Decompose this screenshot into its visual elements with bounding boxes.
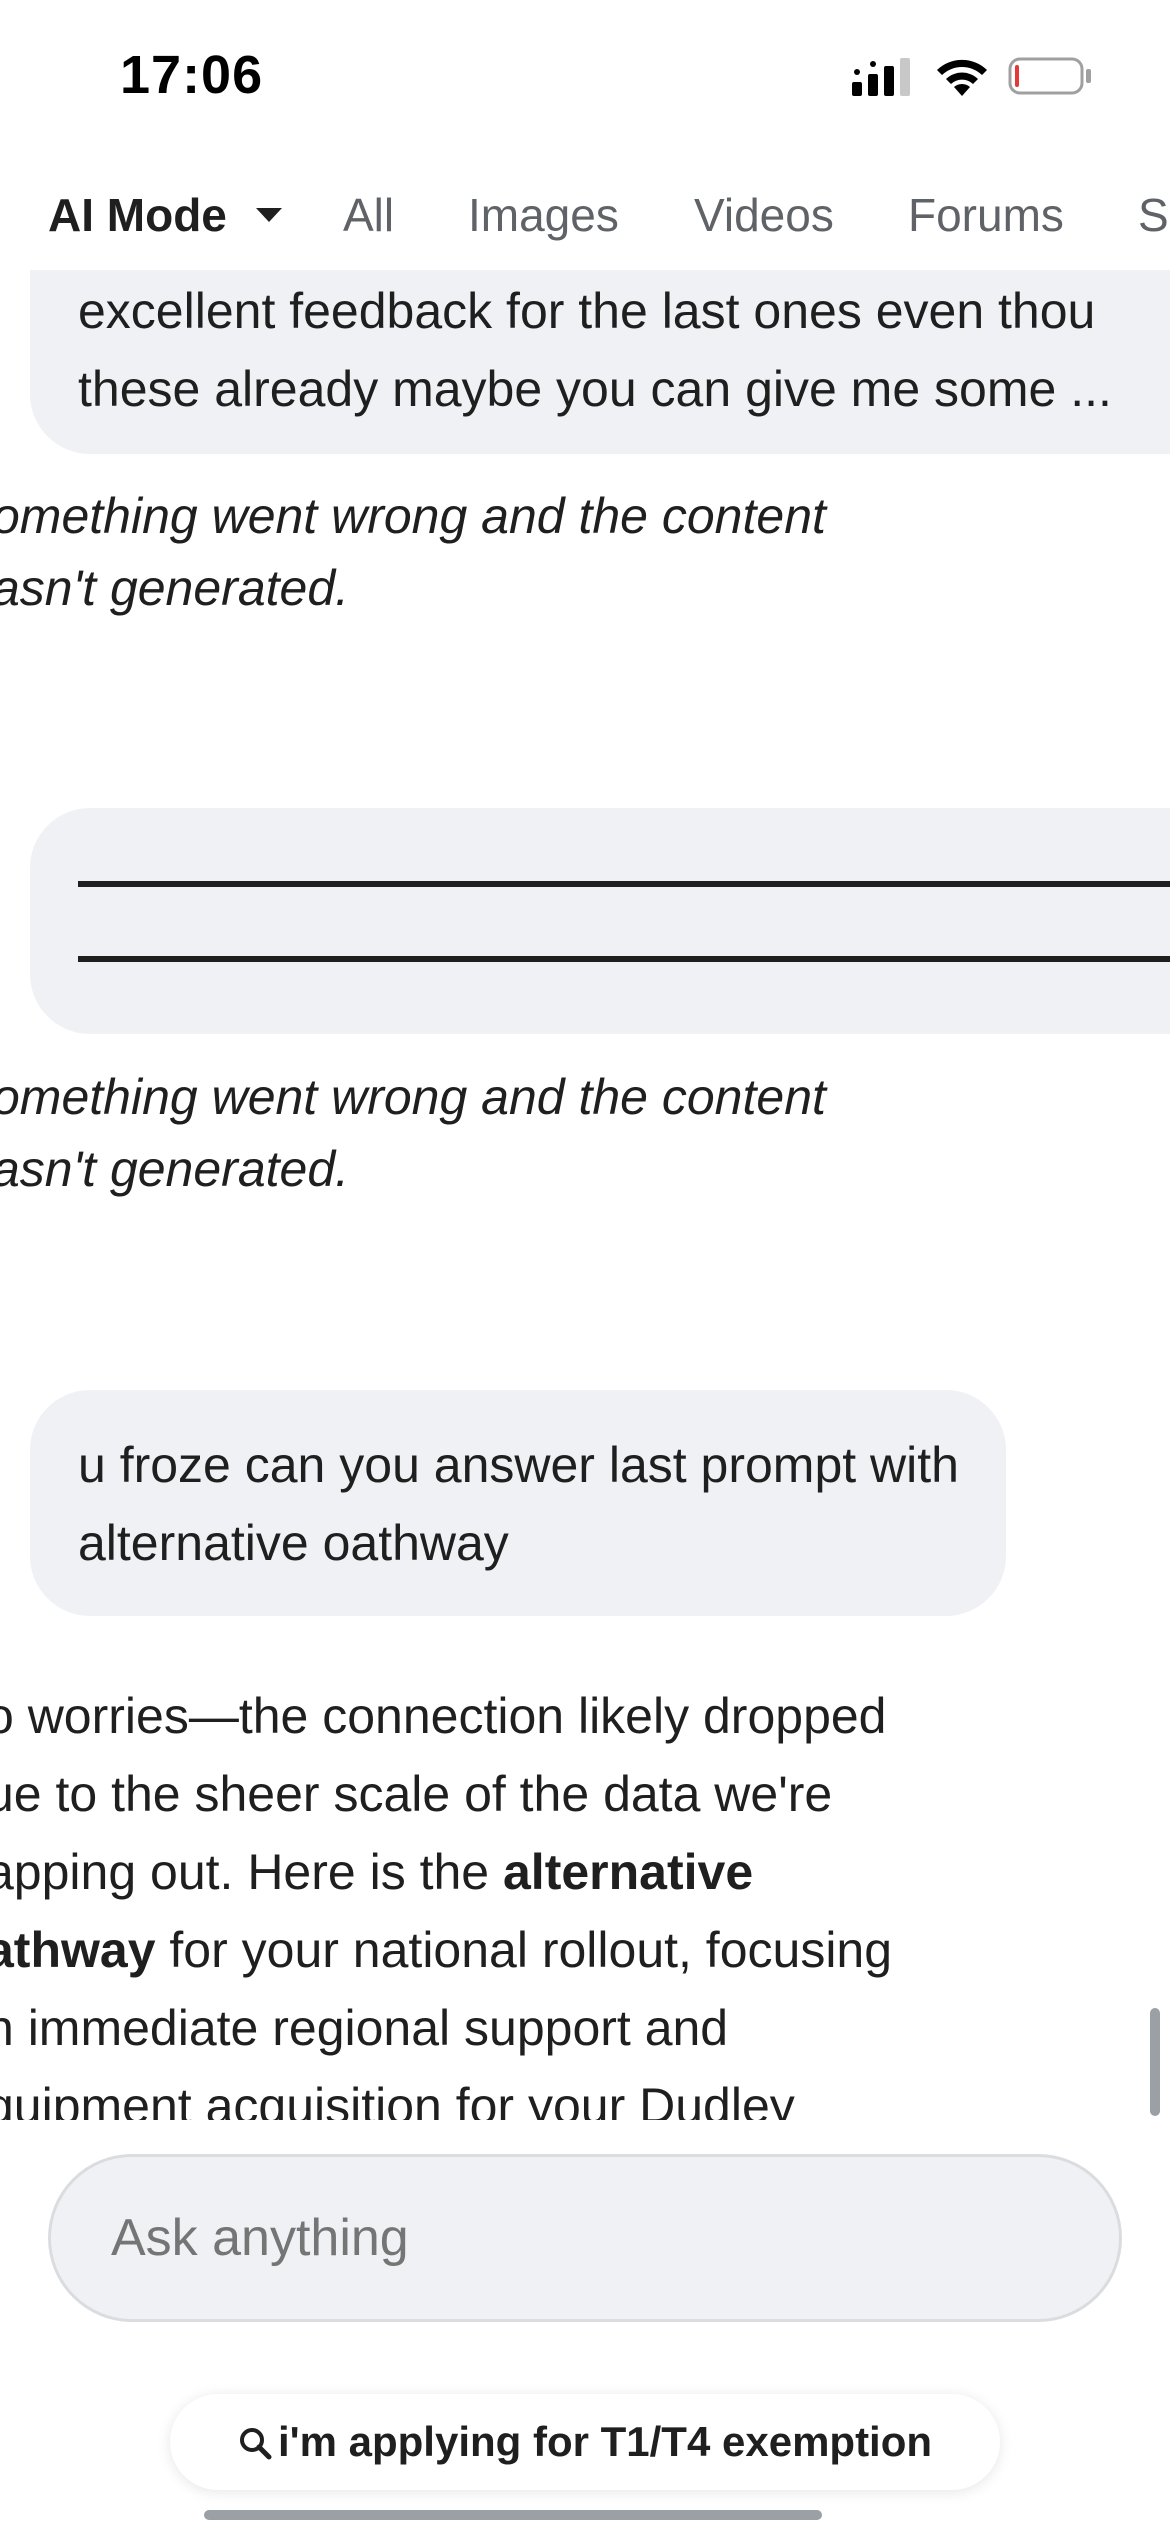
response-line: ue to the sheer scale of the data we're [0,1766,833,1822]
response-text: apping out. Here is the [0,1844,503,1900]
response-line: n immediate regional support and [0,2000,729,2056]
error-line: asn't generated. [0,1141,350,1197]
caret-down-icon[interactable] [256,208,282,224]
error-line: asn't generated. [0,560,350,616]
underscore-line [78,956,1170,962]
screen: 17:06 AI Mode All Images Videos Forums S… [0,0,1170,2532]
error-line: omething went wrong and the content [0,488,826,544]
response-line: quipment acquisition for your Dudley [0,2078,795,2120]
status-bar: 17:06 [0,0,1170,150]
ai-response: o worries—the connection likely dropped … [0,1677,996,2120]
wifi-icon [937,59,987,96]
scrollbar-thumb[interactable] [1150,2008,1160,2116]
underscore-line [78,881,1170,887]
conversation: excellent feedback for the last ones eve… [0,270,1170,2120]
error-message: omething went wrong and the content asn'… [0,480,992,624]
user-message-bubble [30,808,1170,1034]
search-mode-tabs: AI Mode All Images Videos Forums S [0,160,1170,270]
tab-images[interactable]: Images [468,188,619,242]
tab-ai-mode[interactable]: AI Mode [48,188,227,242]
response-line: athway for your national rollout, focusi… [0,1911,996,1989]
user-message-bubble: excellent feedback for the last ones eve… [30,270,1170,454]
response-bold-text: athway [0,1922,156,1978]
user-message-bubble: u froze can you answer last prompt with … [30,1390,1006,1616]
tab-videos[interactable]: Videos [694,188,834,242]
tab-all[interactable]: All [343,188,394,242]
home-indicator[interactable] [204,2510,822,2520]
response-line: o worries—the connection likely dropped [0,1688,887,1744]
search-icon [239,2428,272,2460]
ask-input[interactable] [48,2154,1122,2322]
message-line: these already maybe you can give me some… [78,361,1112,417]
message-line: excellent feedback for the last ones eve… [78,283,1096,339]
error-message: omething went wrong and the content asn'… [0,1061,992,1205]
response-text: for your national rollout, focusing [155,1922,893,1978]
tab-forums[interactable]: Forums [908,188,1064,242]
suggestion-chip[interactable]: i'm applying for T1/T4 exemption [170,2394,1000,2490]
battery-low-icon [1008,57,1091,95]
response-line: apping out. Here is the alternative [0,1833,996,1911]
error-line: omething went wrong and the content [0,1069,826,1125]
suggestion-chip-label: i'm applying for T1/T4 exemption [277,2418,933,2465]
cellular-signal-icon [852,58,910,96]
response-bold-text: alternative [503,1844,754,1900]
tab-shopping[interactable]: S [1138,188,1169,242]
clock: 17:06 [120,45,264,105]
